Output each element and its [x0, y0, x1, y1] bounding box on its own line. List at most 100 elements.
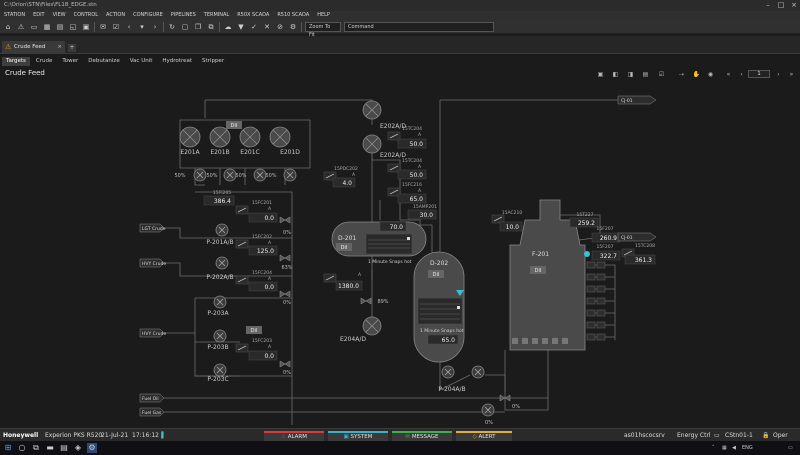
tab-hydrotreat[interactable]: Hydrotreat — [158, 57, 196, 66]
copy-icon[interactable]: ❐ — [193, 22, 203, 32]
view-icon[interactable]: ▣ — [596, 70, 605, 79]
last-page-icon[interactable]: » — [787, 70, 796, 79]
zoom-select[interactable]: Zoom To Fit — [305, 21, 341, 38]
task-view-icon[interactable]: ⧉ — [31, 443, 41, 453]
pump-icon[interactable] — [215, 256, 229, 270]
page-number-input[interactable]: 1 — [748, 70, 770, 78]
valve-icon[interactable] — [283, 168, 297, 182]
experion-app-icon[interactable]: ⚙ — [87, 443, 97, 453]
controller-icon[interactable] — [235, 343, 249, 353]
folder-icon[interactable]: ▬ — [45, 443, 55, 453]
checkbox-icon[interactable]: ☑ — [657, 70, 666, 79]
tab-stripper[interactable]: Stripper — [198, 57, 228, 66]
exchanger-e204[interactable] — [362, 316, 382, 336]
valve-icon[interactable] — [279, 360, 291, 368]
pump-icon[interactable] — [471, 365, 485, 379]
close-tab-icon[interactable]: × — [57, 41, 62, 54]
layer-icon[interactable]: ◨ — [626, 70, 635, 79]
valve-icon[interactable] — [481, 403, 495, 417]
pages-icon[interactable]: ⧉ — [206, 22, 216, 32]
pump-icon[interactable] — [213, 295, 227, 309]
lower-icon[interactable]: ▼ — [236, 22, 246, 32]
chart-icon[interactable]: ▤ — [55, 22, 65, 32]
silence-icon[interactable]: ✕ — [262, 22, 272, 32]
language-indicator[interactable]: ENG — [742, 441, 753, 455]
controller-icon[interactable] — [323, 273, 337, 283]
maximize-icon[interactable]: □ — [775, 0, 787, 11]
valve-icon[interactable] — [279, 216, 291, 224]
pump-icon[interactable] — [213, 329, 227, 343]
valve-icon[interactable] — [253, 168, 267, 182]
layer-icon[interactable]: ▤ — [641, 70, 650, 79]
valve-icon[interactable] — [279, 290, 291, 298]
link-icon[interactable]: ⇢ — [677, 70, 686, 79]
tab-tower[interactable]: Tower — [58, 57, 82, 66]
warning-icon[interactable]: ⚠ — [16, 22, 26, 32]
menu-terminal[interactable]: TERMINAL — [204, 11, 229, 20]
prev-page-icon[interactable]: ‹ — [737, 70, 746, 79]
exchanger-e201b[interactable] — [209, 126, 231, 148]
exchanger-e202b[interactable] — [362, 134, 382, 154]
hand-icon[interactable]: ✋ — [692, 70, 701, 79]
menu-help[interactable]: HELP — [317, 11, 330, 20]
volume-icon[interactable]: ◀ — [732, 441, 736, 455]
exchanger-e201d[interactable] — [269, 126, 291, 148]
menu-configure[interactable]: CONFIGURE — [133, 11, 163, 20]
valve-icon[interactable] — [193, 168, 207, 182]
layer-icon[interactable]: ◧ — [611, 70, 620, 79]
terminal-icon[interactable]: ▤ — [59, 443, 69, 453]
exchanger-e201c[interactable] — [239, 126, 261, 148]
trend-chart[interactable] — [417, 297, 463, 325]
system-button[interactable]: ▣ SYSTEM — [328, 431, 388, 441]
grid-icon[interactable]: ▦ — [42, 22, 52, 32]
search-icon[interactable]: ○ — [17, 443, 27, 453]
controller-icon[interactable] — [235, 205, 249, 215]
menu-action[interactable]: ACTION — [106, 11, 125, 20]
eye-icon[interactable]: ◉ — [706, 70, 715, 79]
menu-control[interactable]: CONTROL — [74, 11, 98, 20]
options-icon[interactable]: ⚙ — [288, 22, 298, 32]
message-button[interactable]: ✉ MESSAGE — [392, 431, 452, 441]
close-icon[interactable]: × — [788, 0, 800, 11]
valve-icon[interactable] — [223, 168, 237, 182]
menu-view[interactable]: VIEW — [53, 11, 66, 20]
alarm-button[interactable]: ⚠ ALARM — [264, 431, 324, 441]
back-icon[interactable]: ‹ — [124, 22, 134, 32]
pump-icon[interactable] — [213, 363, 227, 377]
next-page-icon[interactable]: › — [774, 70, 783, 79]
minimize-icon[interactable]: – — [762, 0, 774, 11]
display-icon[interactable]: ▭ — [29, 22, 39, 32]
cloud-icon[interactable]: ☁ — [223, 22, 233, 32]
first-page-icon[interactable]: « — [724, 70, 733, 79]
station-icon[interactable]: ⌂ — [3, 22, 13, 32]
cancel-icon[interactable]: ⊘ — [275, 22, 285, 32]
tab-debutanize[interactable]: Debutanize — [84, 57, 123, 66]
valve-icon[interactable] — [360, 297, 372, 305]
pump-icon[interactable] — [441, 365, 455, 379]
dropdown-icon[interactable]: ▾ — [137, 22, 147, 32]
app-icon[interactable]: ◈ — [73, 443, 83, 453]
alert-button[interactable]: ◇ ALERT — [456, 431, 512, 441]
check-icon[interactable]: ☑ — [111, 22, 121, 32]
print-icon[interactable]: ▣ — [81, 22, 91, 32]
menu-edit[interactable]: EDIT — [33, 11, 45, 20]
refresh-icon[interactable]: ↻ — [167, 22, 177, 32]
mail-icon[interactable]: ✉ — [98, 22, 108, 32]
notification-icon[interactable]: ▭ — [788, 441, 793, 455]
pump-icon[interactable] — [215, 223, 229, 237]
menu-r510-scada[interactable]: R510 SCADA — [277, 11, 309, 20]
add-tab-button[interactable]: + — [68, 44, 76, 52]
controller-icon[interactable] — [235, 239, 249, 249]
acknowledge-icon[interactable]: ✓ — [249, 22, 259, 32]
exchanger-e201a[interactable] — [179, 126, 201, 148]
tab-crude[interactable]: Crude — [32, 57, 56, 66]
trend-icon[interactable]: ◱ — [68, 22, 78, 32]
menu-station[interactable]: STATION — [4, 11, 25, 20]
tray-chevron-icon[interactable]: ˄ — [712, 441, 715, 455]
menu-pipelines[interactable]: PIPELINES — [171, 11, 196, 20]
exchanger-e202a[interactable] — [362, 100, 382, 120]
forward-icon[interactable]: › — [150, 22, 160, 32]
faceplate-icon[interactable]: ▢ — [180, 22, 190, 32]
document-tab[interactable]: ⚠ Crude Feed × — [2, 41, 65, 54]
valve-icon[interactable] — [279, 254, 291, 262]
